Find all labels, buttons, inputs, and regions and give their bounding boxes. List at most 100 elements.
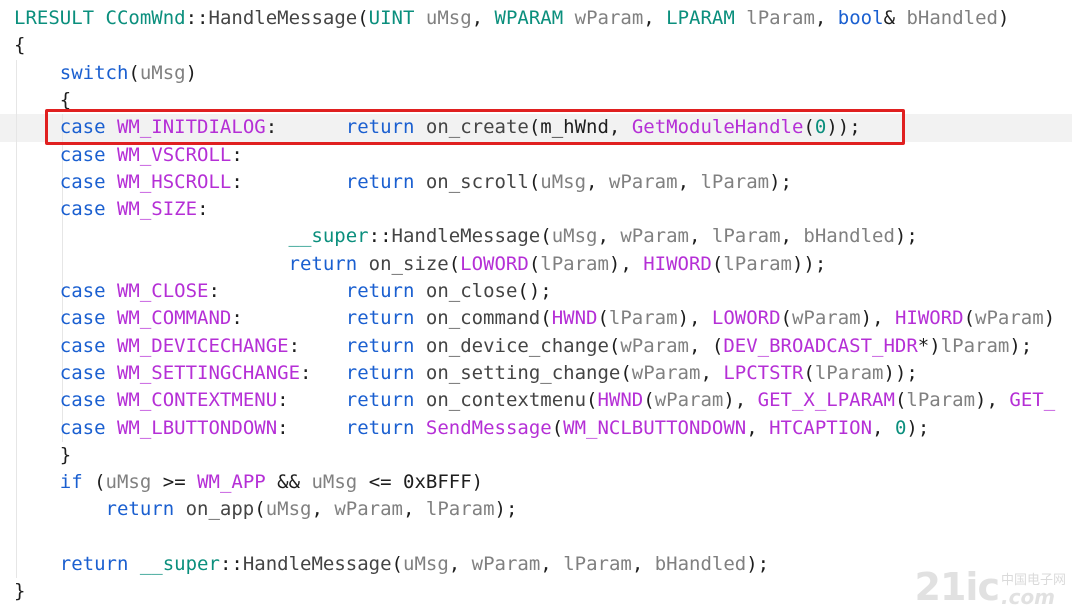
code-token: WM_LBUTTONDOWN [116,416,278,439]
code-line[interactable]: } [14,578,25,605]
code-line[interactable]: case WM_SIZE: [14,196,209,223]
code-token: uMsg [403,553,449,575]
code-token: GET_X_LPARAM [757,389,895,412]
code-token: wParam [975,307,1044,330]
code-token: case [59,198,106,221]
code-token: WM_SETTINGCHANGE [116,361,301,384]
code-token: ( [357,7,369,29]
code-token: , [540,553,564,575]
code-token: ) [1043,307,1056,330]
code-token: HandleMessage [242,553,392,575]
code-token: ( [711,252,724,275]
code-token: ( [540,307,552,330]
watermark-right: 中国电子网 .com [1001,574,1066,607]
code-line[interactable]: switch(uMsg) [14,60,197,87]
code-token: , [814,7,838,29]
code-token: ); [894,225,918,248]
code-token: ( [528,252,541,275]
code-token: LOWORD [460,252,529,275]
code-token: on_contextmenu [425,389,587,412]
code-line[interactable]: return on_app(uMsg, wParam, lParam); [14,496,518,523]
code-token: lParam [723,252,792,275]
watermark-logo-text: 21ic [914,565,1000,609]
code-token: , [471,7,495,29]
code-token: wParam [654,389,724,412]
code-token: : [208,280,346,302]
code-line[interactable]: if (uMsg >= WM_APP && uMsg <= 0xBFFF) [14,469,483,496]
code-line[interactable]: case WM_CONTEXTMENU: return on_contextme… [14,387,1055,414]
code-line[interactable]: { [14,32,25,59]
code-token: : [231,307,346,330]
code-token: on_size [368,252,449,275]
code-token: : [277,416,346,439]
code-line[interactable]: LRESULT CComWnd::HandleMessage(UINT uMsg… [14,5,1009,32]
code-line[interactable]: __super::HandleMessage(uMsg, wParam, lPa… [14,223,918,250]
code-token: ( [894,389,907,412]
code-token: ( [551,416,564,439]
code-token: & [883,7,907,29]
watermark-logo: 21ic 中国电子网 .com [915,563,1066,607]
code-token: return [345,416,415,439]
code-token: if [59,471,83,494]
code-token: wParam [574,7,644,29]
code-token: wParam [631,361,701,384]
code-token: : [197,198,209,221]
code-line[interactable]: case WM_LBUTTONDOWN: return SendMessage(… [14,415,930,442]
code-token: WM_CLOSE [116,280,209,302]
code-line[interactable]: case WM_HSCROLL: return on_scroll(uMsg, … [14,169,792,196]
code-line[interactable]: case WM_CLOSE: return on_close(); [14,278,552,305]
code-token: GET_ [1009,389,1056,412]
code-token: on_setting_change [425,361,621,384]
code-token: 0xBFFF [403,471,472,494]
code-token: ( [391,553,403,575]
code-token: :: [368,225,392,248]
code-token: ( [608,334,621,357]
code-token: ( [528,170,541,193]
code-editor[interactable]: LRESULT CComWnd::HandleMessage(UINT uMsg… [0,0,1072,613]
code-token: 0 [894,416,907,439]
code-token: bHandled [803,225,895,248]
code-line[interactable]: return on_size(LOWORD(lParam), HIWORD(lP… [14,251,827,278]
code-line[interactable]: case WM_SETTINGCHANGE: return on_setting… [14,360,918,387]
code-token: LRESULT [14,7,95,29]
code-token: , [746,416,770,439]
code-token: ) [185,61,198,84]
code-line[interactable]: } [14,442,71,469]
code-token: on_close [425,280,518,302]
code-token: , [677,170,701,193]
code-token: lParam [814,361,884,384]
code-line[interactable]: return __super::HandleMessage(uMsg, wPar… [14,551,769,578]
code-token: >= [151,471,198,494]
code-token: ( [254,498,266,521]
code-token: case [59,334,106,357]
code-line[interactable]: case WM_VSCROLL: [14,142,243,169]
code-token: ( [128,61,140,84]
code-line[interactable]: case WM_DEVICECHANGE: return on_device_c… [14,333,1032,360]
code-token: uMsg [311,471,358,494]
code-token: lParam [425,498,495,521]
code-line[interactable]: case WM_COMMAND: return on_command(HWND(… [14,305,1055,332]
code-token: , [597,225,621,248]
code-token: wParam [608,170,678,193]
code-token: return [59,553,129,575]
code-token: lParam [906,389,976,412]
code-token: , [872,416,895,439]
code-token: uMsg [105,471,152,494]
code-token: wParam [334,498,403,521]
